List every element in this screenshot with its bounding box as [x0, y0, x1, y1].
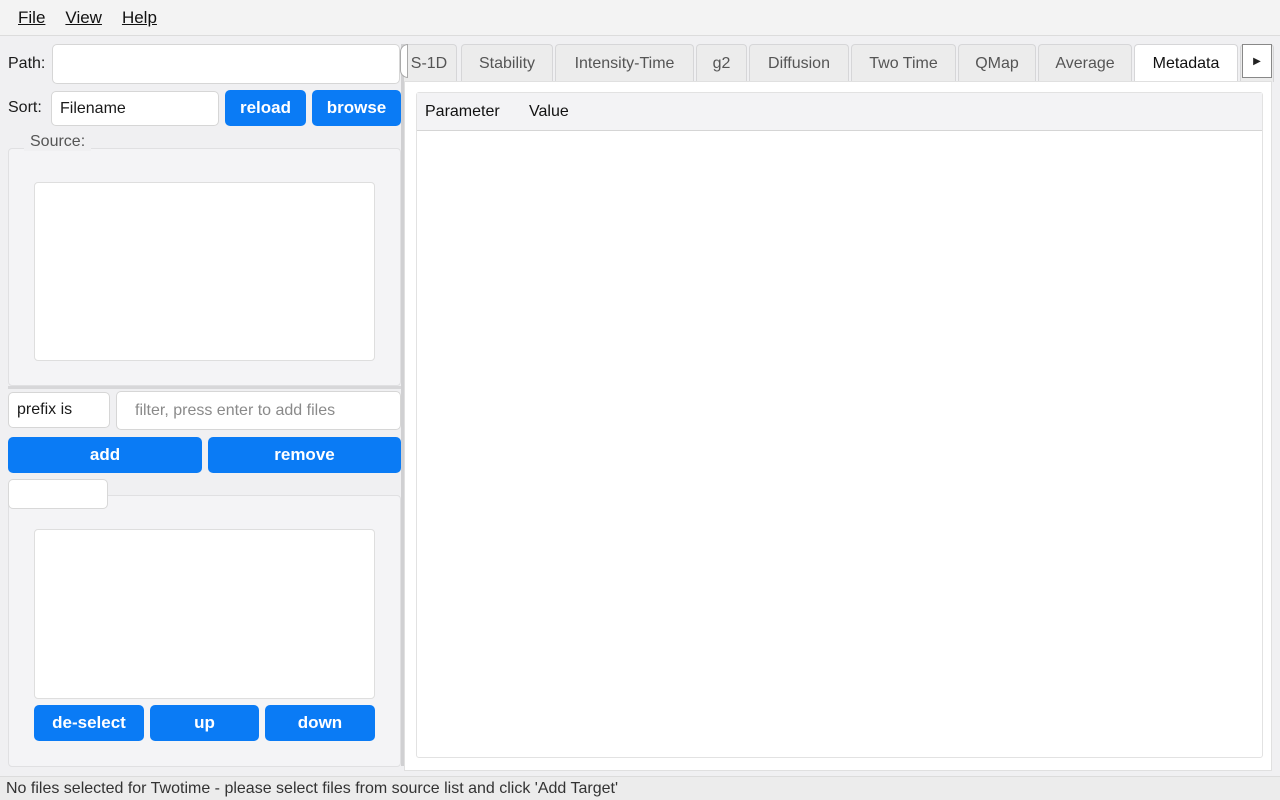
filter-mode-select[interactable]: prefix is	[8, 392, 110, 428]
menu-file[interactable]: File	[8, 8, 55, 28]
sort-label: Sort:	[8, 99, 42, 116]
menu-view[interactable]: View	[55, 8, 112, 28]
remove-button[interactable]: remove	[208, 437, 401, 473]
tab-stability[interactable]: Stability	[461, 44, 553, 82]
status-bar: No files selected for Twotime - please s…	[0, 776, 1280, 800]
menu-help[interactable]: Help	[112, 8, 167, 28]
source-title: Source:	[24, 133, 92, 151]
add-button[interactable]: add	[8, 437, 202, 473]
tab-g2[interactable]: g2	[696, 44, 747, 82]
deselect-button[interactable]: de-select	[34, 705, 144, 741]
up-button[interactable]: up	[150, 705, 259, 741]
column-header-value[interactable]: Value	[529, 93, 569, 131]
menu-bar: File View Help	[0, 0, 1280, 36]
path-label: Path:	[8, 55, 46, 72]
down-button[interactable]: down	[265, 705, 375, 741]
status-text: No files selected for Twotime - please s…	[6, 779, 618, 797]
main-window: Path: Sort: Filename reload browse Sourc…	[0, 36, 1280, 776]
sort-select[interactable]: Filename	[51, 91, 219, 126]
target-title	[8, 479, 108, 509]
tab-intensity-time[interactable]: Intensity-Time	[555, 44, 694, 82]
tab-qmap[interactable]: QMap	[958, 44, 1036, 82]
metadata-panel: Parameter Value	[404, 81, 1272, 771]
source-list[interactable]	[34, 182, 375, 361]
metadata-table[interactable]: Parameter Value	[416, 92, 1263, 758]
tab-metadata[interactable]: Metadata	[1134, 44, 1238, 82]
tab-bar: S-1D Stability Intensity-Time g2 Diffusi…	[404, 44, 1274, 82]
tab-scroll-right-icon[interactable]: ▶	[1242, 44, 1272, 78]
target-list[interactable]	[34, 529, 375, 699]
filter-input[interactable]: filter, press enter to add files	[116, 391, 401, 430]
table-header: Parameter Value	[417, 93, 1262, 131]
right-pane: S-1D Stability Intensity-Time g2 Diffusi…	[400, 36, 1280, 776]
column-header-parameter[interactable]: Parameter	[425, 93, 500, 131]
tab-s1d[interactable]: S-1D	[404, 44, 457, 82]
horizontal-splitter[interactable]	[8, 386, 402, 389]
left-pane: Path: Sort: Filename reload browse Sourc…	[0, 36, 404, 776]
tab-two-time[interactable]: Two Time	[851, 44, 956, 82]
tab-diffusion[interactable]: Diffusion	[749, 44, 849, 82]
path-input[interactable]	[52, 44, 400, 84]
tab-average[interactable]: Average	[1038, 44, 1132, 82]
tab-scroll-left-icon[interactable]	[400, 44, 408, 78]
browse-button[interactable]: browse	[312, 90, 401, 126]
reload-button[interactable]: reload	[225, 90, 306, 126]
